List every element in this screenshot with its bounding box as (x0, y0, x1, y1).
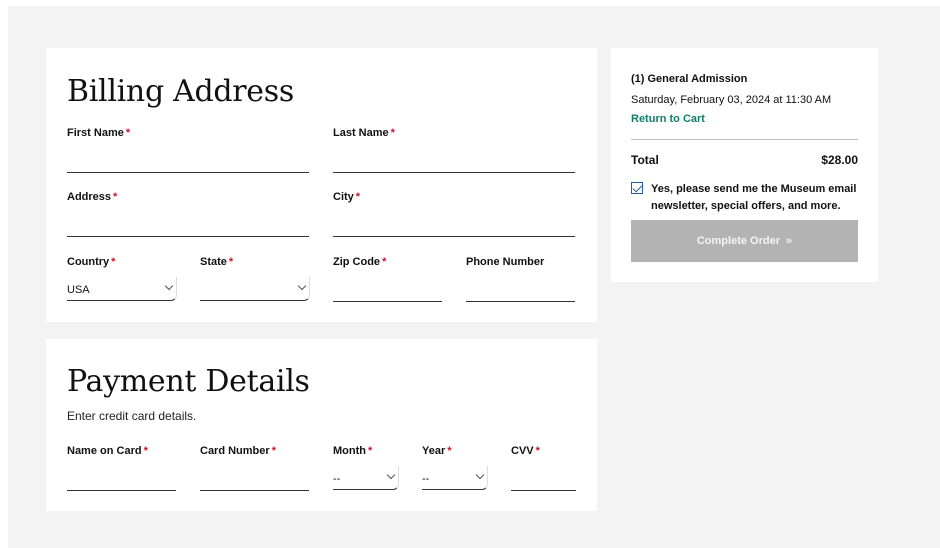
chevron-down-icon (475, 470, 485, 480)
total-label: Total (631, 153, 659, 167)
year-select-value: -- (422, 473, 430, 485)
country-select-value: USA (67, 284, 90, 296)
address-label: Address * (67, 191, 118, 203)
last-name-input[interactable] (333, 150, 575, 173)
state-label: State * (200, 256, 234, 268)
billing-title: Billing Address (67, 74, 294, 109)
month-select[interactable]: -- (333, 466, 399, 490)
card-number-input[interactable] (200, 468, 309, 491)
year-label: Year * (422, 445, 452, 457)
first-name-label: First Name * (67, 127, 131, 139)
country-label: Country * (67, 256, 116, 268)
city-label: City * (333, 191, 361, 203)
name-on-card-label: Name on Card * (67, 445, 148, 457)
month-label: Month * (333, 445, 373, 457)
payment-subtitle: Enter credit card details. (67, 409, 197, 423)
card-number-label: Card Number * (200, 445, 276, 457)
return-to-cart-link[interactable]: Return to Cart (631, 113, 705, 125)
first-name-input[interactable] (67, 150, 309, 173)
chevron-down-icon (164, 281, 174, 291)
year-select[interactable]: -- (422, 466, 488, 490)
address-input[interactable] (67, 214, 309, 237)
chevron-down-icon (386, 470, 396, 480)
phone-number-label: Phone Number (466, 256, 545, 268)
order-summary-card: (1) General Admission Saturday, February… (611, 48, 878, 282)
complete-order-label: Complete Order (696, 235, 780, 247)
checkmark-icon (632, 182, 643, 193)
phone-number-input[interactable] (466, 279, 575, 302)
zip-code-input[interactable] (333, 279, 442, 302)
cvv-input[interactable] (511, 468, 576, 491)
country-select[interactable]: USA (67, 277, 177, 301)
payment-details-card: Payment Details Enter credit card detail… (46, 339, 597, 511)
total-value: $28.00 (821, 153, 858, 167)
chevron-down-icon (297, 281, 307, 291)
event-datetime: Saturday, February 03, 2024 at 11:30 AM (631, 94, 832, 106)
cvv-label: CVV * (511, 445, 540, 457)
state-select[interactable] (200, 277, 310, 301)
month-select-value: -- (333, 473, 341, 485)
summary-divider (631, 139, 858, 140)
complete-order-button[interactable]: Complete Order » (631, 220, 858, 262)
name-on-card-input[interactable] (67, 468, 176, 491)
zip-code-label: Zip Code * (333, 256, 387, 268)
city-input[interactable] (333, 214, 575, 237)
payment-title: Payment Details (67, 364, 310, 399)
newsletter-checkbox[interactable] (631, 182, 643, 194)
newsletter-label: Yes, please send me the Museum email new… (651, 183, 857, 212)
billing-address-card: Billing Address First Name * Last Name * A… (46, 48, 597, 322)
double-chevron-right-icon: » (786, 235, 793, 247)
ticket-item: (1) General Admission (631, 73, 748, 85)
last-name-label: Last Name * (333, 127, 395, 139)
